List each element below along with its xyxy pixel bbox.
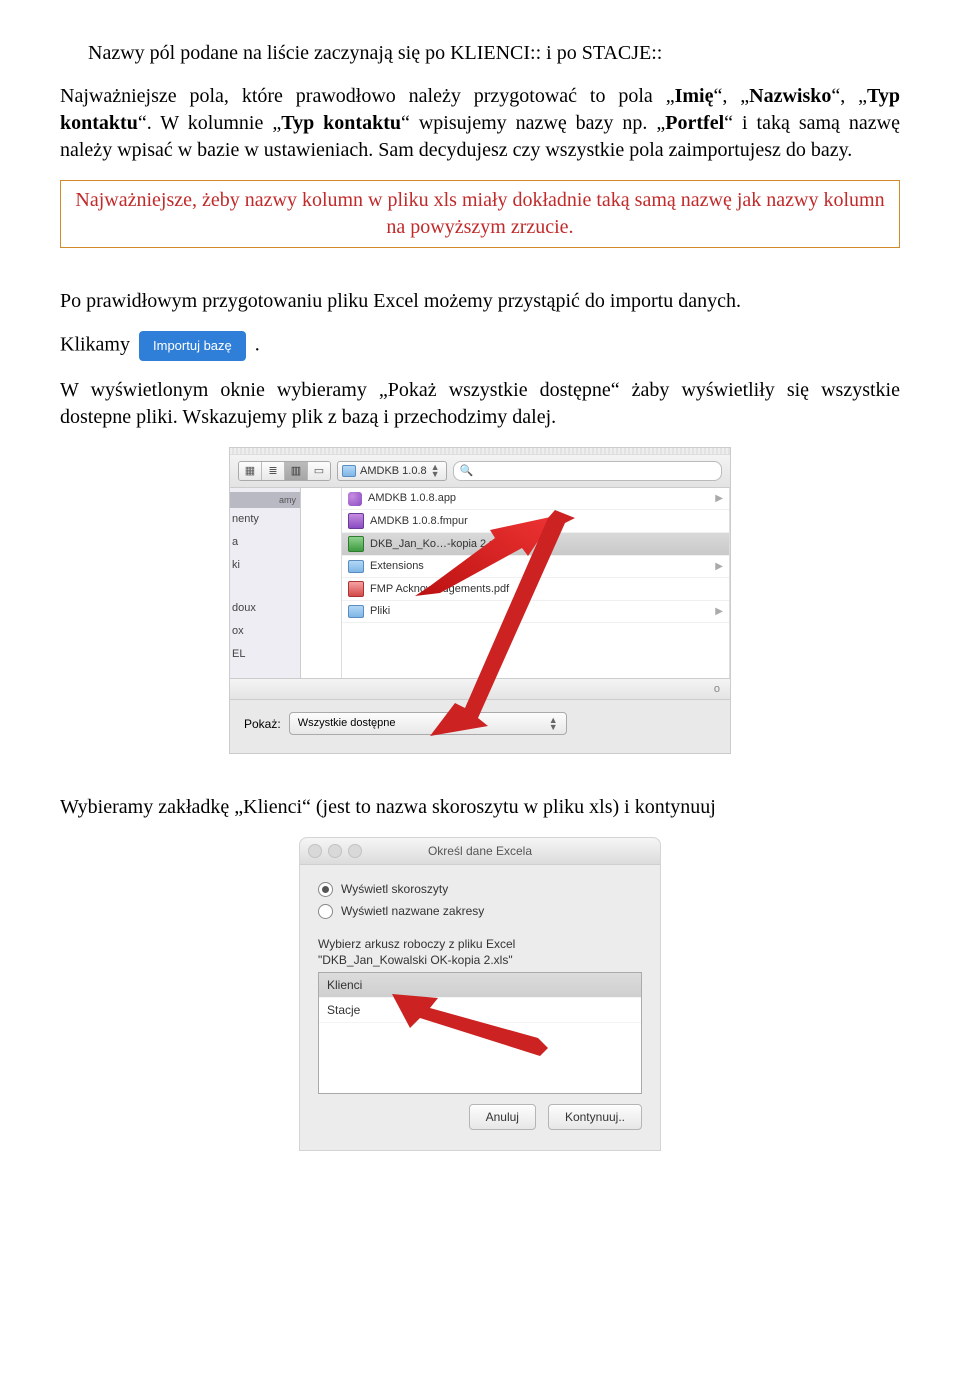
app-icon	[348, 492, 362, 506]
text: .	[255, 333, 260, 355]
sidebar-item[interactable]: doux	[230, 597, 300, 620]
continue-button[interactable]: Kontynuuj..	[548, 1104, 642, 1130]
divider-mark: o	[714, 682, 720, 697]
radio-show-workbooks[interactable]: Wyświetl skoroszyty	[318, 881, 642, 897]
text: Imię	[675, 85, 714, 107]
show-filetype-select[interactable]: Wszystkie dostępne ▲▼	[289, 712, 567, 735]
sidebar-item[interactable]: ox	[230, 620, 300, 643]
dropdown-arrows-icon: ▲▼	[431, 464, 440, 478]
open-file-dialog: ▦ ≣ ▥ ▭ AMDKB 1.0.8 ▲▼ 🔍 amy nenty a ki …	[229, 447, 731, 755]
folder-icon	[342, 465, 356, 477]
minimize-dot-icon[interactable]	[328, 844, 342, 858]
cancel-button[interactable]: Anuluj	[469, 1104, 536, 1130]
sidebar-item[interactable]: nenty	[230, 508, 300, 531]
text: “ wpisujemy nazwę bazy np. „	[401, 112, 665, 134]
path-dropdown[interactable]: AMDKB 1.0.8 ▲▼	[337, 461, 447, 482]
text: Po prawidłowym przygotowaniu pliku Excel…	[60, 290, 741, 312]
excel-data-dialog: Określ dane Excela Wyświetl skoroszyty W…	[299, 837, 661, 1151]
fmp-icon	[348, 513, 364, 529]
file-row[interactable]: FMP Acknowledgements.pdf	[342, 578, 729, 601]
view-list-icon[interactable]: ≣	[262, 462, 285, 480]
file-row[interactable]: Pliki ▶	[342, 601, 729, 623]
list-item[interactable]: Klienci	[319, 973, 641, 998]
view-columns-icon[interactable]: ▥	[285, 462, 308, 480]
text: Najważniejsze, żeby nazwy kolumn w pliku…	[75, 189, 884, 238]
worksheet-listbox[interactable]: Klienci Stacje	[318, 972, 642, 1094]
file-row[interactable]: AMDKB 1.0.8.fmpur	[342, 510, 729, 533]
text: Portfel	[665, 112, 724, 134]
folder-icon	[348, 605, 364, 618]
radio-icon	[318, 904, 333, 919]
dropdown-arrows-icon: ▲▼	[549, 717, 558, 731]
text: “, „	[831, 85, 867, 107]
text: W wyświetlonym oknie wybieramy „Pokaż ws…	[60, 379, 900, 428]
folder-icon	[348, 560, 364, 573]
sidebar: amy nenty a ki doux ox EL	[230, 488, 301, 678]
dialog-divider: o	[230, 678, 730, 700]
text: Nazwisko	[749, 85, 831, 107]
chevron-right-icon: ▶	[715, 605, 723, 619]
file-row-selected[interactable]: DKB_Jan_Ko…-kopia 2.xls	[342, 533, 729, 556]
view-cover-icon[interactable]: ▭	[308, 462, 330, 480]
text: Wybieramy zakładkę „Klienci“ (jest to na…	[60, 796, 716, 818]
sidebar-item[interactable]: ki	[230, 554, 300, 577]
sidebar-item[interactable]: a	[230, 531, 300, 554]
file-name: AMDKB 1.0.8.fmpur	[370, 514, 468, 529]
window-controls[interactable]	[308, 844, 362, 858]
show-label: Pokaż:	[244, 716, 281, 732]
sidebar-item[interactable]: EL	[230, 643, 300, 666]
text: Typ kontaktu	[281, 112, 401, 134]
import-button: Importuj bazę	[139, 331, 246, 361]
important-note: Najważniejsze, żeby nazwy kolumn w pliku…	[60, 180, 900, 248]
dialog-title: Określ dane Excela	[428, 843, 532, 859]
file-row[interactable]: AMDKB 1.0.8.app ▶	[342, 488, 729, 510]
search-input[interactable]: 🔍	[453, 461, 722, 482]
chevron-right-icon: ▶	[715, 492, 723, 506]
list-item[interactable]: Stacje	[319, 998, 641, 1023]
xls-icon	[348, 536, 364, 552]
search-icon: 🔍	[460, 464, 474, 479]
text: “. W kolumnie „	[138, 112, 281, 134]
view-icons-icon[interactable]: ▦	[239, 462, 262, 480]
path-label: AMDKB 1.0.8	[360, 464, 427, 479]
text: “, „	[713, 85, 749, 107]
file-name: Pliki	[370, 604, 390, 619]
radio-show-named-ranges[interactable]: Wyświetl nazwane zakresy	[318, 903, 642, 919]
file-name: AMDKB 1.0.8.app	[368, 491, 456, 506]
view-mode-segmented[interactable]: ▦ ≣ ▥ ▭	[238, 461, 331, 481]
instruction-text: Wybierz arkusz roboczy z pliku Excel	[318, 936, 642, 952]
pdf-icon	[348, 581, 364, 597]
zoom-dot-icon[interactable]	[348, 844, 362, 858]
file-name: FMP Acknowledgements.pdf	[370, 582, 509, 597]
text: Najważniejsze pola, które prawodłowo nal…	[60, 85, 675, 107]
radio-label: Wyświetl nazwane zakresy	[341, 903, 484, 919]
instruction-text: "DKB_Jan_Kowalski OK-kopia 2.xls"	[318, 952, 642, 968]
file-name: Extensions	[370, 559, 424, 574]
radio-label: Wyświetl skoroszyty	[341, 881, 448, 897]
dialog-toolbar: ▦ ≣ ▥ ▭ AMDKB 1.0.8 ▲▼ 🔍	[230, 455, 730, 489]
close-dot-icon[interactable]	[308, 844, 322, 858]
file-name: DKB_Jan_Ko…-kopia 2.xls	[370, 537, 503, 552]
dialog-titlebar: Określ dane Excela	[300, 838, 660, 865]
text: Klikamy	[60, 333, 135, 355]
file-column: AMDKB 1.0.8.app ▶ AMDKB 1.0.8.fmpur DKB_…	[342, 488, 730, 678]
radio-icon	[318, 882, 333, 897]
select-value: Wszystkie dostępne	[298, 716, 396, 731]
sidebar-header: amy	[230, 492, 300, 508]
chevron-right-icon: ▶	[715, 560, 723, 574]
text: Nazwy pól podane na liście zaczynają się…	[88, 42, 662, 64]
file-row[interactable]: Extensions ▶	[342, 556, 729, 578]
